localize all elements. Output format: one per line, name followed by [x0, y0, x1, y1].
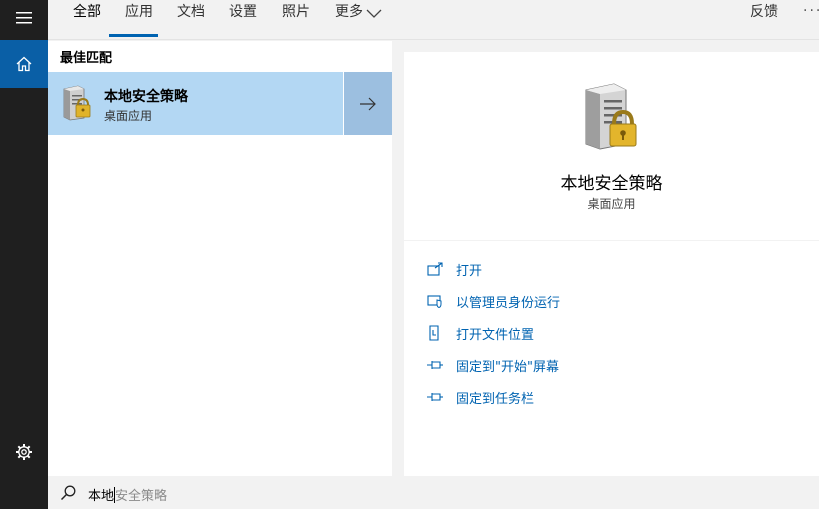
hamburger-menu-button[interactable] — [0, 0, 48, 36]
action-pin-to-taskbar[interactable]: 固定到任务栏 — [426, 387, 534, 407]
security-policy-large-icon — [585, 83, 637, 150]
pin-icon — [426, 357, 444, 373]
best-match-heading: 最佳匹配 — [60, 51, 113, 66]
filter-tab-bar: 全部 应用 文档 设置 照片 更多 反馈 ··· — [48, 0, 819, 40]
expand-details-button[interactable] — [344, 72, 392, 135]
tab-all[interactable]: 全部 — [73, 0, 101, 40]
action-pin-to-start[interactable]: 固定到"开始"屏幕 — [426, 355, 559, 375]
tab-documents[interactable]: 文档 — [177, 0, 205, 40]
results-pane: 最佳匹配 本地安全策略 桌面应用 — [48, 41, 392, 476]
action-open-file-location[interactable]: 打开文件位置 — [426, 323, 534, 343]
preview-app-name: 本地安全策略 — [560, 174, 663, 194]
pin-icon — [426, 389, 444, 405]
shield-admin-icon — [426, 293, 444, 309]
settings-button[interactable] — [0, 430, 48, 474]
search-bar[interactable]: 本地安全策略 — [48, 476, 819, 509]
preview-app-type: 桌面应用 — [587, 197, 636, 211]
best-match-title: 本地安全策略 — [104, 89, 188, 105]
search-typed-text: 本地 — [88, 489, 115, 504]
home-button[interactable] — [0, 40, 48, 88]
open-icon — [426, 261, 444, 277]
best-match-subtitle: 桌面应用 — [104, 109, 153, 123]
best-match-result[interactable]: 本地安全策略 桌面应用 — [48, 72, 343, 135]
nav-rail — [0, 0, 48, 509]
arrow-right-icon — [360, 97, 376, 110]
tab-settings[interactable]: 设置 — [229, 0, 257, 40]
action-open[interactable]: 打开 — [426, 259, 482, 279]
feedback-link[interactable]: 反馈 — [750, 0, 778, 25]
tab-photos[interactable]: 照片 — [282, 0, 310, 40]
search-icon — [60, 485, 76, 501]
action-list: 打开 以管理员身份运行 打开文件位置 固定到"开始"屏幕 固定到任务栏 — [404, 241, 819, 476]
gear-icon — [16, 444, 32, 460]
tab-more[interactable]: 更多 — [335, 0, 363, 40]
home-icon — [16, 56, 32, 72]
file-location-icon — [426, 325, 444, 341]
search-input[interactable]: 本地安全策略 — [88, 485, 167, 504]
preview-header: 本地安全策略 桌面应用 — [404, 52, 819, 240]
chevron-down-icon[interactable] — [366, 7, 382, 19]
tab-apps[interactable]: 应用 — [125, 0, 153, 40]
search-autocomplete: 安全策略 — [115, 489, 168, 504]
action-run-as-admin[interactable]: 以管理员身份运行 — [426, 291, 560, 311]
hamburger-icon — [16, 12, 32, 24]
security-policy-app-icon — [63, 85, 91, 121]
more-options-icon[interactable]: ··· — [803, 0, 819, 22]
